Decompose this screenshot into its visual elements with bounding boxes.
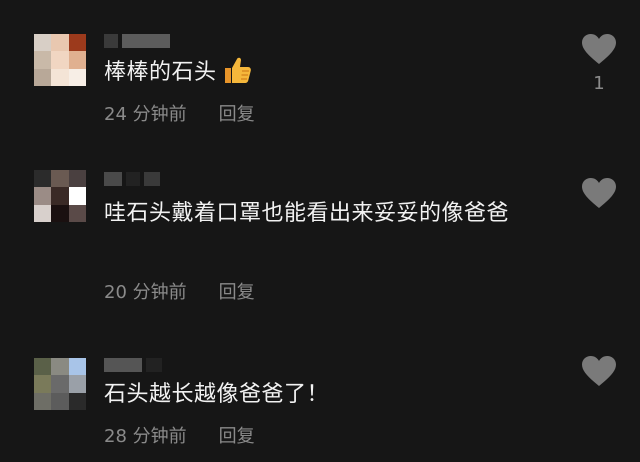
comment-meta: 24 分钟前 回复 [104,100,255,126]
comment-meta: 20 分钟前 回复 [104,278,255,304]
reply-button[interactable]: 回复 [219,422,255,448]
timestamp: 20 分钟前 [104,282,187,303]
reply-button[interactable]: 回复 [219,278,255,304]
like-control[interactable]: 1 [580,34,618,94]
comment-text-content: 棒棒的石头 [104,60,217,85]
heart-icon[interactable] [582,34,616,65]
like-control[interactable] [580,356,618,387]
like-control[interactable] [580,178,618,209]
avatar[interactable] [34,34,86,86]
avatar[interactable] [34,358,86,410]
timestamp: 28 分钟前 [104,426,187,447]
username[interactable] [104,34,170,48]
avatar[interactable] [34,170,86,222]
comment-text: 石头越长越像爸爸了！ [104,382,330,407]
timestamp: 24 分钟前 [104,104,187,125]
like-count: 1 [593,73,605,94]
comment-text: 棒棒的石头 [104,55,564,91]
reply-button[interactable]: 回复 [219,100,255,126]
comment-text: 哇石头戴着口罩也能看出来妥妥的像爸爸 [104,201,510,226]
username[interactable] [104,172,160,186]
comment-meta: 28 分钟前 回复 [104,422,255,448]
username[interactable] [104,358,162,372]
heart-icon[interactable] [582,356,616,387]
heart-icon[interactable] [582,178,616,209]
thumbs-up-icon [224,57,251,83]
